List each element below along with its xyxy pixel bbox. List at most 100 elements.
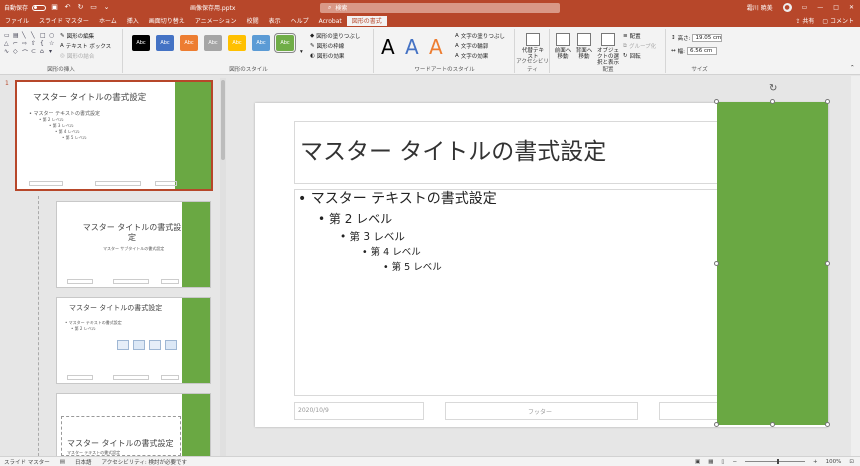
body-level1[interactable]: • マスター テキストの書式設定 [298,188,497,208]
oval-shape-icon[interactable]: ○ [49,32,58,40]
resize-handle[interactable] [825,99,830,104]
shape-icon[interactable]: ◇ [13,48,22,56]
shape-style-gold[interactable]: Abc [228,35,246,51]
bring-forward-button[interactable]: 前面へ移動 [553,33,573,60]
more-shapes-icon[interactable]: ▾ [49,48,58,56]
alt-text-button[interactable]: 代替テキスト [520,33,546,60]
shape-outline-button[interactable]: ✎ 図形の枠線 [310,42,344,50]
close-button[interactable]: ✕ [849,4,854,11]
body-level4[interactable]: • 第 4 レベル [362,244,421,258]
search-box[interactable]: ⌕ 検索 [320,2,560,13]
accessibility-status[interactable]: アクセシビリティ: 検討が必要です [101,458,187,466]
autosave-toggle[interactable] [32,4,47,11]
reading-view-icon[interactable]: ▯ [721,459,724,465]
canvas-scrollbar[interactable] [851,76,860,456]
tab-acrobat[interactable]: Acrobat [314,16,347,27]
resize-handle[interactable] [770,99,775,104]
line-shape-icon[interactable]: ╲ [22,32,31,40]
textbox-shape-icon[interactable]: ▤ [13,32,22,40]
start-slideshow-icon[interactable]: ▭ [89,3,98,12]
shape-style-orange[interactable]: Abc [180,35,198,51]
arrow-shape-icon[interactable]: ⇧ [31,40,40,48]
width-input[interactable]: 6.56 cm [686,47,717,55]
rect-shape-icon[interactable]: □ [40,32,49,40]
undo-icon[interactable]: ↶ [63,3,72,12]
resize-handle[interactable] [714,422,719,427]
shape-style-blue[interactable]: Abc [156,35,174,51]
wordart-orange[interactable]: A [429,35,443,59]
tab-review[interactable]: 校閲 [242,16,264,27]
normal-view-icon[interactable]: ▣ [695,459,700,465]
tab-transitions[interactable]: 画面切り替え [144,16,190,27]
resize-handle[interactable] [714,99,719,104]
language-label[interactable]: 日本語 [75,458,92,466]
shape-icon[interactable]: ⌂ [40,48,49,56]
arrow-shape-icon[interactable]: ⇨ [22,40,31,48]
text-effects-button[interactable]: A 文字の効果 [455,52,488,60]
maximize-button[interactable]: □ [833,4,839,11]
resize-handle[interactable] [825,261,830,266]
footer-date-text[interactable]: 2020/10/9 [298,407,329,414]
ribbon-display-icon[interactable]: ▭ [802,4,808,11]
green-rectangle-shape[interactable] [717,102,828,425]
layout-thumbnail-content[interactable]: マスター タイトルの書式設定 • マスター テキストの書式設定 • 第 2 レベ… [56,297,211,384]
zoom-out-icon[interactable]: − [732,459,737,465]
slide-title-text[interactable]: マスター タイトルの書式設定 [300,132,606,166]
edit-shape-button[interactable]: ✎ 図形の編集 [60,32,94,40]
rotation-handle-icon[interactable]: ↻ [769,83,777,94]
shape-icon[interactable]: ⊂ [31,48,40,56]
user-name[interactable]: 霜川 暁美 [747,3,773,12]
fit-to-window-icon[interactable]: ⊡ [849,459,854,465]
angle-shape-icon[interactable]: ⌐ [13,40,22,48]
star-shape-icon[interactable]: ☆ [49,40,58,48]
brace-shape-icon[interactable]: { [40,40,49,48]
rotate-button[interactable]: ↻ 回転 [623,52,641,60]
avatar[interactable]: ● [782,3,792,12]
rect-shape-icon[interactable]: ▭ [4,32,13,40]
line-shape-icon[interactable]: ╲ [31,32,40,40]
shape-style-green[interactable]: Abc [274,33,296,53]
master-thumbnail[interactable]: マスター タイトルの書式設定 • マスター テキストの書式設定 • 第 2 レベ… [15,80,213,191]
tab-help[interactable]: ヘルプ [286,16,314,27]
triangle-shape-icon[interactable]: △ [4,40,13,48]
height-input[interactable]: 19.05 cm [692,34,723,42]
selection-pane-button[interactable]: オブジェクトの選択と表示 [595,33,621,66]
shapes-gallery[interactable]: ▭ ▤ ╲ ╲ □ ○ △ ⌐ ⇨ ⇧{☆ ∿ ◇ ⌒ ⊂ ⌂ ▾ [4,32,58,57]
send-backward-button[interactable]: 背面へ移動 [574,33,594,60]
comment-button[interactable]: ▢ コメント [822,16,854,27]
proofing-icon[interactable]: ▤ [60,459,65,465]
footer-text[interactable]: フッター [528,407,552,416]
zoom-slider[interactable] [745,459,806,464]
customize-qat-icon[interactable]: ⌄ [102,3,111,12]
resize-handle[interactable] [825,422,830,427]
minimize-button[interactable]: — [817,4,823,11]
collapse-ribbon-icon[interactable]: ⌃ [850,65,855,71]
shape-icon[interactable]: ⌒ [22,48,31,57]
tab-file[interactable]: ファイル [0,16,34,27]
body-level5[interactable]: • 第 5 レベル [383,259,442,273]
redo-icon[interactable]: ↻ [76,3,85,12]
align-button[interactable]: ≡ 配置 [623,32,641,40]
layout-thumbnail-section[interactable]: マスター タイトルの書式設定 マスター テキストの書式設定 [56,393,211,463]
body-level2[interactable]: • 第 2 レベル [318,210,392,227]
merge-shapes-button[interactable]: ◎ 図形の結合 [60,52,94,60]
share-button[interactable]: ⇪ 共有 [795,16,814,27]
layout-thumbnail-title[interactable]: マスター タイトルの書式設定 マスター サブタイトルの書式設定 [56,201,211,288]
group-button[interactable]: ⧉ グループ化 [623,42,656,51]
resize-handle[interactable] [714,261,719,266]
save-icon[interactable]: ▣ [50,3,59,12]
text-outline-button[interactable]: A 文字の輪郭 [455,42,488,50]
wordart-black[interactable]: A [381,35,395,59]
text-box-button[interactable]: A テキスト ボックス [60,42,111,50]
tab-animations[interactable]: アニメーション [190,16,242,27]
tab-slide-master[interactable]: スライド マスター [34,16,94,27]
shape-effects-button[interactable]: ◐ 図形の効果 [310,52,344,60]
thumbnail-scroll-knob[interactable] [221,80,225,160]
shape-style-lightblue[interactable]: Abc [252,35,270,51]
tab-view[interactable]: 表示 [264,16,286,27]
body-level3[interactable]: • 第 3 レベル [340,229,405,244]
shape-style-black[interactable]: Abc [132,35,150,51]
zoom-level[interactable]: 100% [826,459,842,465]
shape-style-gray[interactable]: Abc [204,35,222,51]
thumbnail-scrollbar[interactable] [220,78,226,458]
